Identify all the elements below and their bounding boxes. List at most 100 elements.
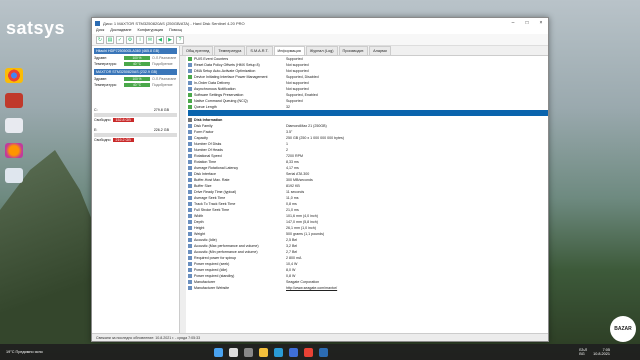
chrome-taskbar-icon[interactable] [304,347,313,357]
property-name: Track To Track Seek Time [194,202,236,206]
feature-name: Reset Data Policy Offsets (HMX Setup 8) [194,63,260,67]
info-rows: PUIS Event Counters Supported Reset Data … [186,56,548,333]
property-value: Serial ATA 300 [286,172,310,176]
refresh-icon[interactable]: ↻ [96,35,104,44]
feature-value: Supported [286,57,303,61]
file-icon[interactable] [5,118,23,133]
property-name: Acoustic (Max performance and volume) [194,244,259,248]
tab-alerts[interactable]: Аларми [369,46,391,55]
property-value: 8,0 W [286,268,296,272]
tab-log[interactable]: Журнал (Log) [305,46,338,55]
chrome-icon[interactable] [5,68,23,83]
tab-temperature[interactable]: Температура [214,46,246,55]
search-icon[interactable] [229,347,238,357]
taskview-icon[interactable] [244,347,253,357]
explorer-icon[interactable] [259,347,268,357]
property-value: DiamondMax 21 (250GB) [286,124,327,128]
clock[interactable]: 7:05 10.8.2021 [593,348,610,357]
property-icon [188,214,192,218]
next-icon[interactable]: ▶ [166,35,174,44]
menu-report[interactable]: Докладване [110,28,131,34]
feature-name: Queue Length [194,105,217,109]
property-value: 1 [286,142,288,146]
property-name: Acoustic (Idle) [194,238,217,242]
property-icon [188,226,192,230]
volume-e[interactable]: E: 226.2 GB Свободно 219.2 GB [94,128,177,142]
feature-value: Not supported [286,69,309,73]
temp-note: Подобрение [152,62,173,66]
feature-name: In-Order Data Delivery [194,81,230,85]
close-icon[interactable]: × [534,20,548,26]
temp-row: Температура: 40 °C Подобрение [94,61,177,67]
prev-icon[interactable]: ◀ [156,35,164,44]
edge-icon[interactable] [274,347,283,357]
tab-performance[interactable]: Производит. [338,46,369,55]
temp-label: Температура: [94,62,117,66]
start-icon[interactable] [214,347,223,357]
mail-icon[interactable]: ✉ [146,35,154,44]
toolbar: ↻ ▤ ✓ ⚙ i ✉ ◀ ▶ ? [92,34,548,46]
firefox-icon[interactable] [5,143,23,158]
minimize-icon[interactable]: – [506,20,520,26]
menu-help[interactable]: Помощ [169,28,182,34]
health-note: О.Л.Разлагане [152,77,177,81]
menu-config[interactable]: Конфигурация [138,28,163,34]
tab-bar: Общ преглед Температура S.M.A.R.T. Инфор… [180,46,548,56]
health-label: Здраве: [94,77,108,81]
tab-information[interactable]: Информация [273,46,305,55]
document-icon[interactable] [5,168,23,183]
volume-size: 279.8 GB [153,108,169,112]
volume-bar [94,113,177,117]
tab-overview[interactable]: Общ преглед [182,46,214,55]
property-name: Power required (standby) [194,274,235,278]
property-value: 4,17 ms [286,166,299,170]
property-value: Seagate Corporation [286,280,320,284]
title-bar: Диск: 1 MAXTOR STM3250820AS (250GB/ATA) … [92,18,548,28]
health-meter: 100 % [124,56,150,60]
property-icon [188,130,192,134]
property-value: 0,8 ms [286,202,297,206]
property-value: 26,1 mm (1,0 inch) [286,226,316,230]
test-icon[interactable]: ✓ [116,35,124,44]
help-icon[interactable]: ? [176,35,184,44]
disk-entry-1[interactable]: Hitachi HDP725050GLA360 (465.8 GB) Здрав… [94,48,177,67]
maximize-icon[interactable]: □ [520,20,534,26]
property-icon [188,232,192,236]
feature-name: PUIS Event Counters [194,57,229,61]
volume-bar [94,133,177,137]
app-icon[interactable] [5,93,23,108]
feature-value: 32 [286,105,290,109]
volume-free-row: Свободно 152.8 GB [94,118,177,122]
property-name: Weight [194,232,206,236]
menu-disk[interactable]: Диск [96,28,104,34]
property-value: 250 GB (250 x 1 000 000 000 bytes) [286,136,344,140]
volume-letter: C: [94,108,98,112]
property-name: Number Of Disks [194,142,222,146]
store-icon[interactable] [289,347,298,357]
weather-widget[interactable]: 19°C Предимно ясно [6,350,43,354]
language-indicator[interactable]: БЪЛ BG [579,348,587,356]
bazar-logo: BAZAR [610,316,636,342]
temp-note: Подобрение [152,83,173,87]
manufacturer-link[interactable]: http://www.seagate.com/maxtor/ [286,286,548,290]
feature-value: Not supported [286,81,309,85]
report-icon[interactable]: ▤ [106,35,114,44]
date-text: 10.8.2021 [593,352,610,356]
property-icon [188,202,192,206]
volume-c[interactable]: C: 279.8 GB Свободно 152.8 GB [94,108,177,122]
property-value: 8,33 ms [286,160,299,164]
property-icon [188,166,192,170]
hd-sentinel-taskbar-icon[interactable] [319,347,328,357]
property-icon [188,148,192,152]
selected-row[interactable] [188,110,548,116]
free-label: Свободно [94,138,111,142]
info-icon[interactable]: i [136,35,144,44]
disk-entry-2[interactable]: MAXTOR STM3250820AS (232.9 GB) Здраве: 1… [94,69,177,88]
volume-letter: E: [94,128,98,132]
tab-smart[interactable]: S.M.A.R.T. [246,46,273,55]
table-row[interactable]: Manufacturer Website http://www.seagate.c… [188,285,548,291]
property-icon [188,160,192,164]
property-value: 2 800 mA [286,256,302,260]
property-value: 2,7 Bel [286,250,298,254]
settings-icon[interactable]: ⚙ [126,35,134,44]
